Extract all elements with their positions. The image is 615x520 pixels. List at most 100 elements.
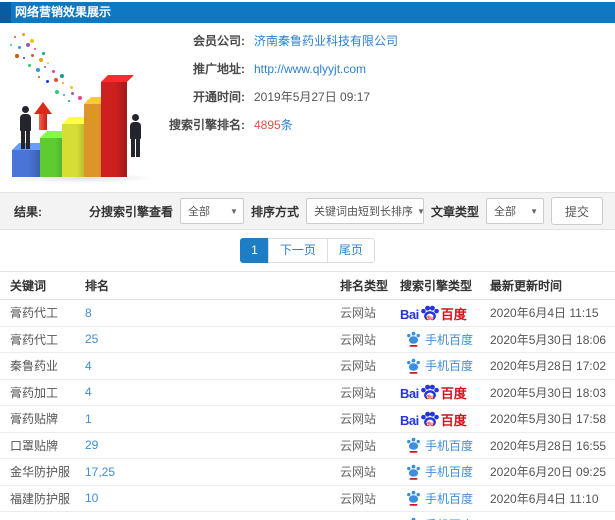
- table-row: 手机百度: [0, 512, 615, 520]
- confetti-dot: [55, 90, 59, 94]
- results-table: 关键词 排名 排名类型 搜索引擎类型 最新更新时间 膏药代工 8 云网站 Bai…: [0, 271, 615, 520]
- col-header-update-time: 最新更新时间: [490, 279, 563, 293]
- engine-cell: 手机百度: [400, 490, 490, 507]
- filter-bar: 结果: 分搜索引擎查看 全部 ▼ 排序方式 关键词由短到长排序 ▼ 文章类型 全…: [0, 192, 615, 230]
- engine-filter-select[interactable]: 全部 ▼: [179, 198, 244, 224]
- baidu-logo: Bai du 百度: [400, 384, 467, 402]
- confetti-dot: [22, 33, 25, 36]
- rank-type-cell: 云网站: [340, 491, 377, 506]
- rank-type-cell: 云网站: [340, 359, 377, 374]
- confetti-dot: [34, 48, 36, 50]
- confetti-dot: [63, 94, 65, 96]
- engine-cell: 手机百度: [400, 437, 490, 454]
- page-1-button[interactable]: 1: [240, 238, 269, 263]
- keyword-cell: 膏药贴牌: [10, 412, 59, 427]
- col-header-rank-type: 排名类型: [340, 279, 389, 293]
- confetti-dot: [60, 74, 64, 78]
- open-time-value: 2019年5月27日 09:17: [254, 90, 371, 104]
- rank-type-cell: 云网站: [340, 385, 377, 400]
- keyword-cell: 福建防护服: [10, 491, 71, 506]
- engine-cell: Bai du 百度: [400, 305, 490, 322]
- rank-type-cell: 云网站: [340, 465, 377, 480]
- baidu-logo: Bai du 百度: [400, 305, 467, 322]
- col-header-rank: 排名: [85, 279, 110, 293]
- member-company-field: 会员公司: 济南秦鲁药业科技有限公司: [145, 33, 398, 48]
- rank-type-cell: 云网站: [340, 412, 377, 427]
- confetti-dot: [62, 82, 64, 84]
- confetti-dot: [26, 43, 30, 47]
- table-row: 膏药贴牌 1 云网站 Bai du 百度 2020年5月30日 17:58: [0, 406, 615, 433]
- confetti-dot: [31, 54, 34, 57]
- confetti-dot: [38, 76, 40, 78]
- update-time-cell: 2020年5月30日 18:03: [490, 385, 607, 400]
- update-time-cell: 2020年5月30日 18:06: [490, 332, 607, 347]
- submit-button[interactable]: 提交: [550, 197, 603, 225]
- confetti-dot: [68, 100, 70, 102]
- chevron-down-icon: ▼: [530, 206, 538, 216]
- rank-link[interactable]: 4: [85, 385, 340, 399]
- keyword-cell: 口罩贴牌: [10, 438, 59, 453]
- next-page-button[interactable]: 下一页: [267, 238, 328, 263]
- keyword-cell: 膏药加工: [10, 385, 59, 400]
- rank-link[interactable]: 10: [85, 491, 340, 505]
- table-row: 福建防护服 10 云网站 手机百度 2020年6月4日 11:10: [0, 486, 615, 512]
- engine-filter-label: 分搜索引擎查看: [88, 204, 173, 219]
- table-row: 膏药代工 25 云网站 手机百度 2020年5月30日 18:06: [0, 327, 615, 353]
- keyword-cell: 膏药代工: [10, 332, 59, 347]
- article-type-value: 全部: [493, 206, 516, 218]
- confetti-dot: [44, 66, 46, 68]
- rank-link[interactable]: 1: [85, 412, 340, 426]
- rank-link[interactable]: 17,25: [85, 465, 340, 479]
- engine-cell: 手机百度: [400, 331, 490, 348]
- open-time-field: 开通时间: 2019年5月27日 09:17: [145, 89, 398, 104]
- table-row: 膏药代工 8 云网站 Bai du 百度 2020年6月4日 11:15: [0, 300, 615, 327]
- confetti-dot: [36, 68, 40, 72]
- confetti-dot: [71, 92, 74, 95]
- engine-cell: 手机百度: [400, 516, 490, 520]
- chart-bar-5: [101, 75, 134, 177]
- result-label: 结果:: [14, 204, 42, 219]
- confetti-dot: [28, 64, 31, 67]
- confetti-dot: [47, 62, 49, 64]
- confetti-dot: [46, 80, 49, 83]
- rank-link[interactable]: 25: [85, 332, 340, 346]
- col-header-engine-type: 搜索引擎类型: [400, 279, 473, 293]
- confetti-dot: [14, 36, 16, 38]
- mobile-baidu-paw-icon: [407, 437, 420, 454]
- confetti-dot: [54, 78, 58, 82]
- up-arrow-icon: [34, 102, 52, 130]
- confetti-dot: [15, 54, 19, 58]
- mobile-baidu-paw-icon: [407, 331, 420, 348]
- mobile-baidu-logo: 手机百度: [406, 516, 473, 520]
- rank-link[interactable]: 29: [85, 438, 340, 452]
- mobile-baidu-logo: 手机百度: [406, 437, 473, 454]
- rank-type-cell: 云网站: [340, 332, 377, 347]
- confetti-dot: [78, 96, 82, 100]
- member-company-link[interactable]: 济南秦鲁药业科技有限公司: [254, 32, 398, 49]
- mobile-baidu-logo: 手机百度: [406, 331, 473, 348]
- svg-text:du: du: [426, 421, 434, 428]
- chart-bar-1: [12, 143, 49, 177]
- confetti-dot: [23, 57, 25, 59]
- page-title: 网络营销效果展示: [0, 2, 615, 23]
- rank-link[interactable]: 4: [85, 359, 340, 373]
- last-page-button[interactable]: 尾页: [326, 238, 375, 263]
- company-info-panel: 会员公司: 济南秦鲁药业科技有限公司 推广地址: http://www.qlyy…: [145, 33, 398, 145]
- rank-link[interactable]: 8: [85, 306, 340, 320]
- mobile-baidu-logo: 手机百度: [406, 490, 473, 507]
- sort-filter-value: 关键词由短到长排序: [313, 206, 413, 218]
- promo-url-link[interactable]: http://www.qlyyjt.com: [254, 62, 366, 76]
- svg-text:du: du: [426, 315, 434, 322]
- open-time-label: 开通时间:: [193, 90, 245, 104]
- pagination: 1 下一页 尾页: [0, 238, 615, 263]
- rank-type-cell: 云网站: [340, 438, 377, 453]
- chevron-down-icon: ▼: [416, 206, 425, 216]
- svg-text:du: du: [426, 394, 434, 401]
- table-row: 膏药加工 4 云网站 Bai du 百度 2020年5月30日 18:03: [0, 380, 615, 406]
- col-header-keyword: 关键词: [10, 279, 47, 293]
- sort-filter-select[interactable]: 关键词由短到长排序 ▼: [305, 198, 425, 224]
- mobile-baidu-paw-icon: [407, 490, 420, 507]
- ranking-count-field: 搜索引擎排名: 4895条: [145, 117, 398, 132]
- article-type-select[interactable]: 全部 ▼: [485, 198, 544, 224]
- update-time-cell: 2020年6月20日 09:25: [490, 465, 607, 480]
